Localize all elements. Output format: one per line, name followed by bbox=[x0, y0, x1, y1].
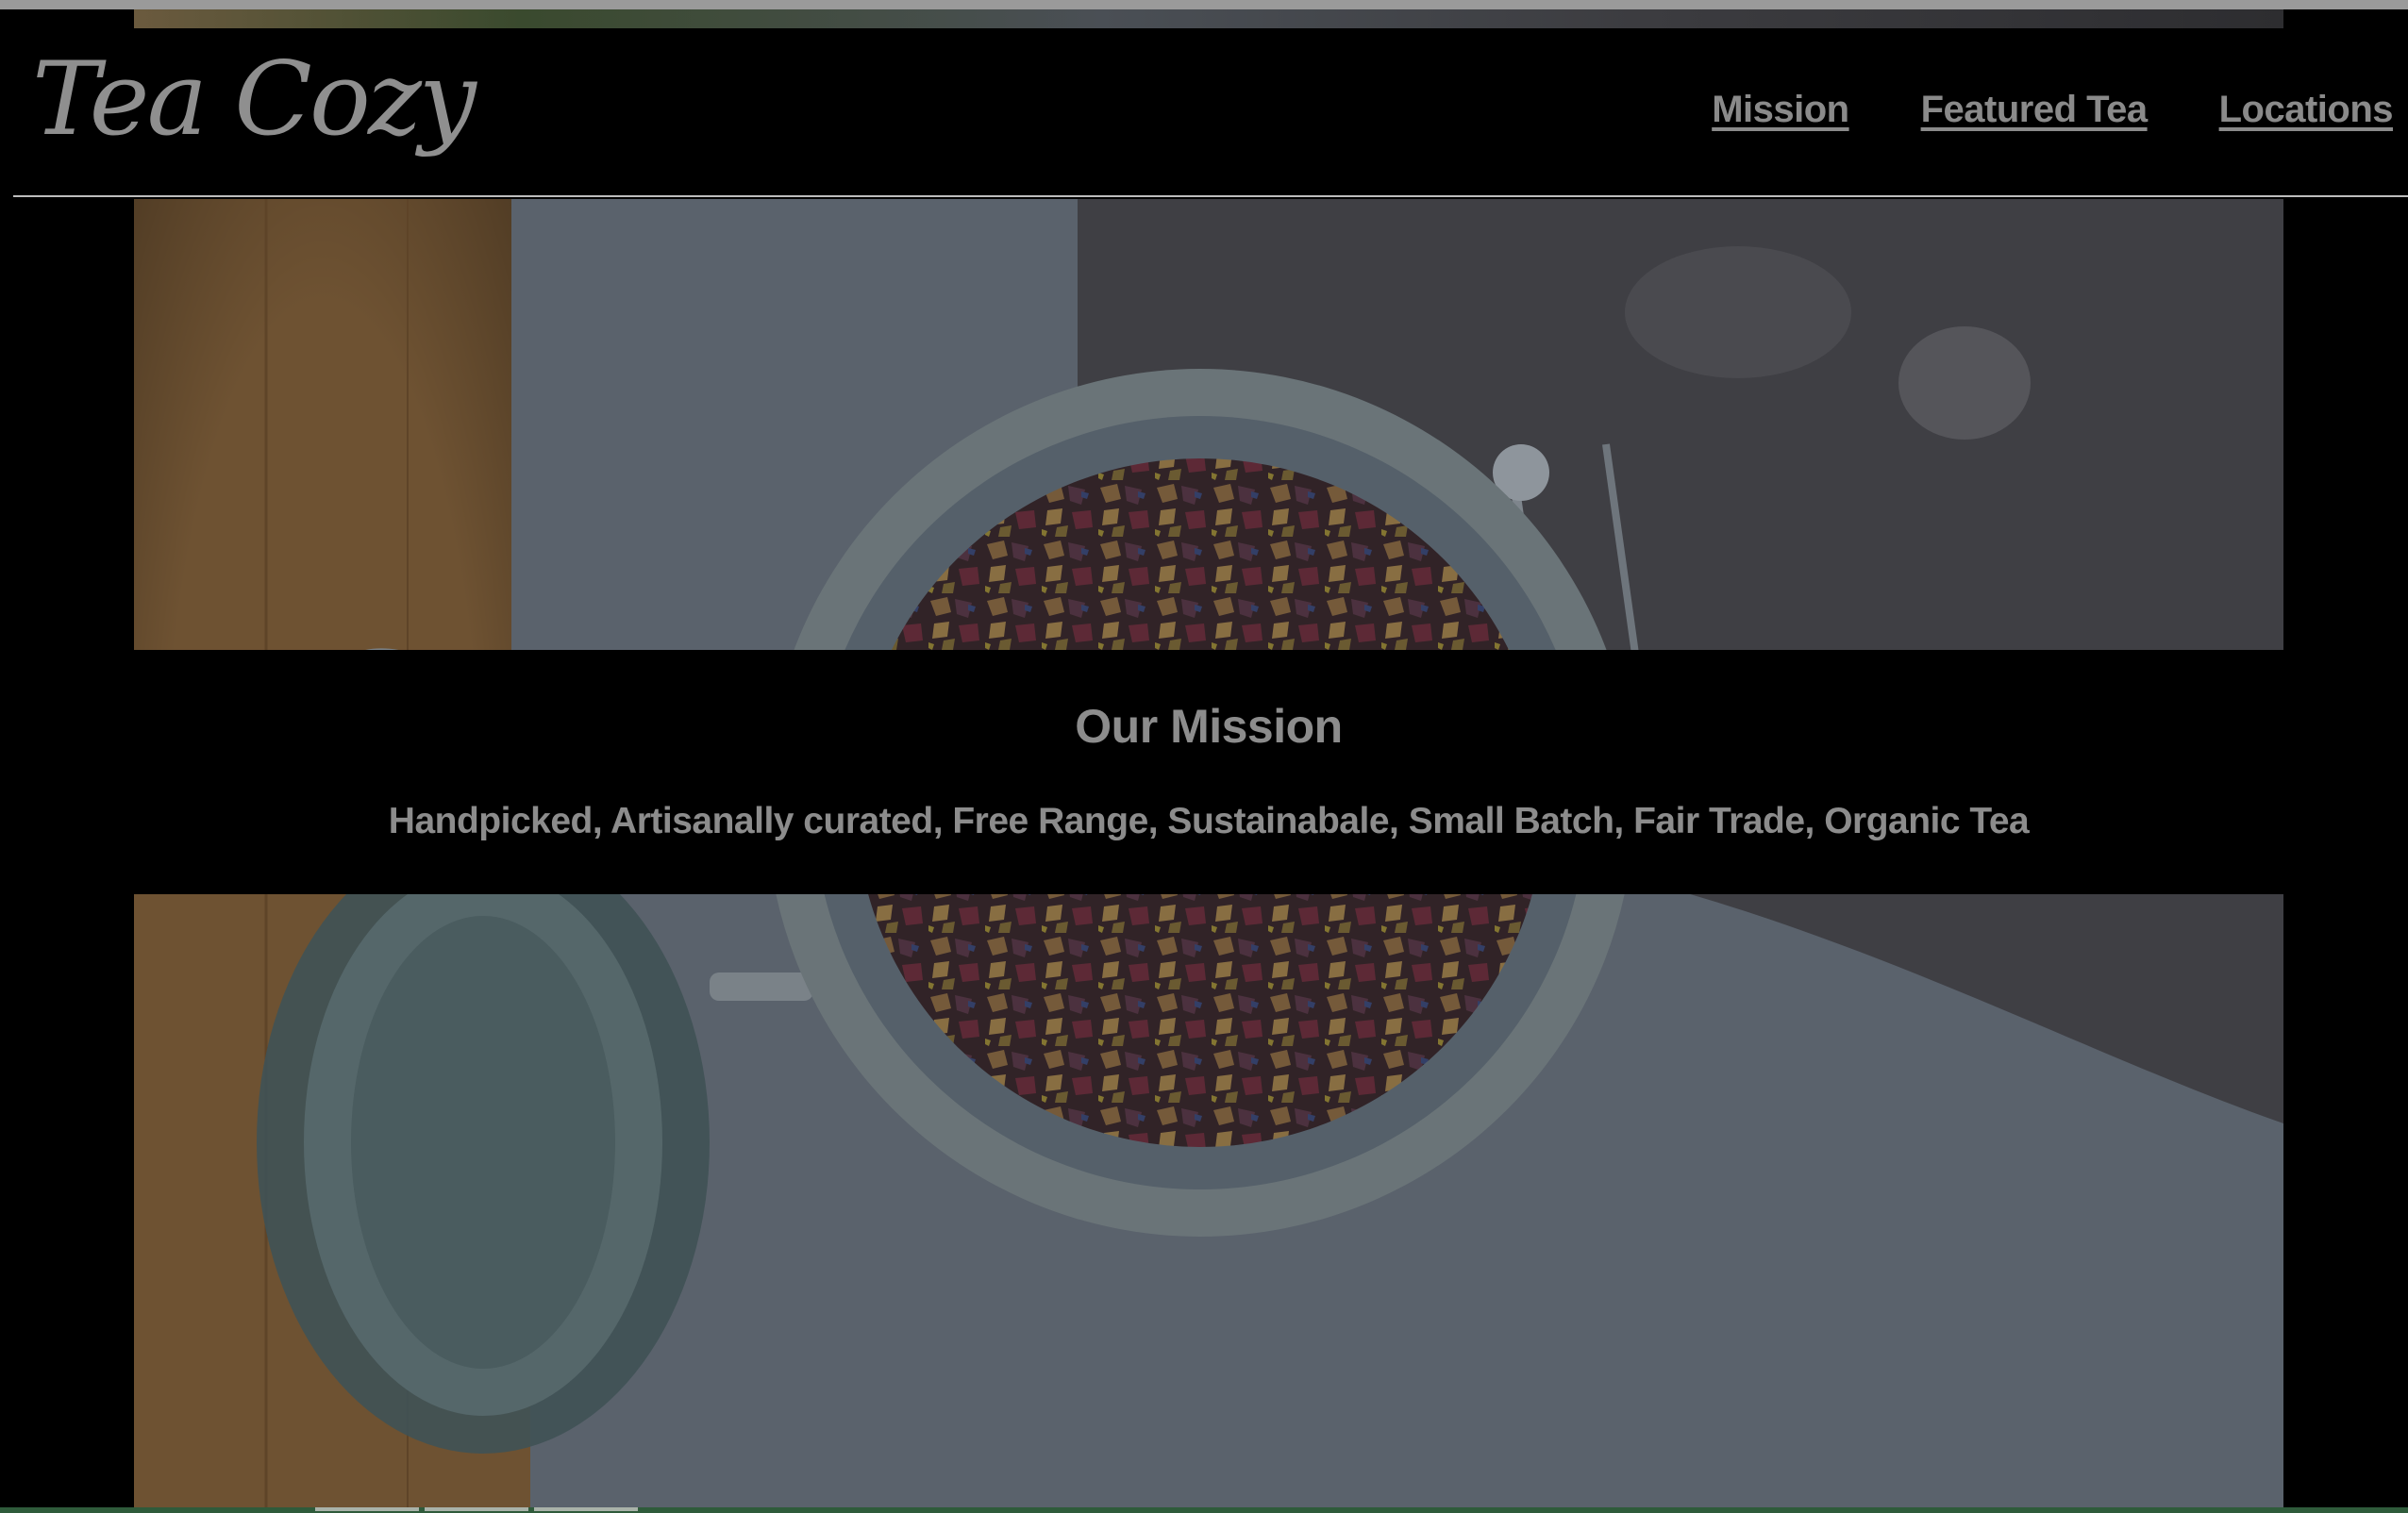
hero-image-top bbox=[134, 199, 2283, 650]
taskbar-tab[interactable] bbox=[315, 1507, 419, 1511]
site-logo[interactable]: Tea Cozy bbox=[32, 49, 477, 151]
site-header: Tea Cozy Mission Featured Tea Locations bbox=[0, 28, 2408, 196]
nav-link-featured-tea[interactable]: Featured Tea bbox=[1921, 89, 2149, 131]
mission-section: Our Mission Handpicked, Artisanally cura… bbox=[134, 650, 2283, 894]
nav-link-mission[interactable]: Mission bbox=[1712, 89, 1849, 131]
nav-link-locations[interactable]: Locations bbox=[2219, 89, 2394, 131]
hero-image-peek bbox=[134, 9, 2283, 28]
taskbar-tab[interactable] bbox=[534, 1507, 638, 1511]
browser-top-strip bbox=[0, 0, 2408, 9]
tea-jar-photo-icon bbox=[134, 894, 2283, 1509]
tea-jar-photo-icon bbox=[134, 199, 2283, 650]
hero-image-bottom bbox=[134, 894, 2283, 1509]
mission-heading: Our Mission bbox=[1075, 700, 1343, 753]
header-divider bbox=[13, 195, 2408, 197]
mission-tagline: Handpicked, Artisanally curated, Free Ra… bbox=[388, 801, 2030, 841]
main-nav: Mission Featured Tea Locations bbox=[1712, 89, 2393, 131]
page: Tea Cozy Mission Featured Tea Locations bbox=[0, 0, 2408, 1513]
taskbar-tab[interactable] bbox=[425, 1507, 528, 1511]
